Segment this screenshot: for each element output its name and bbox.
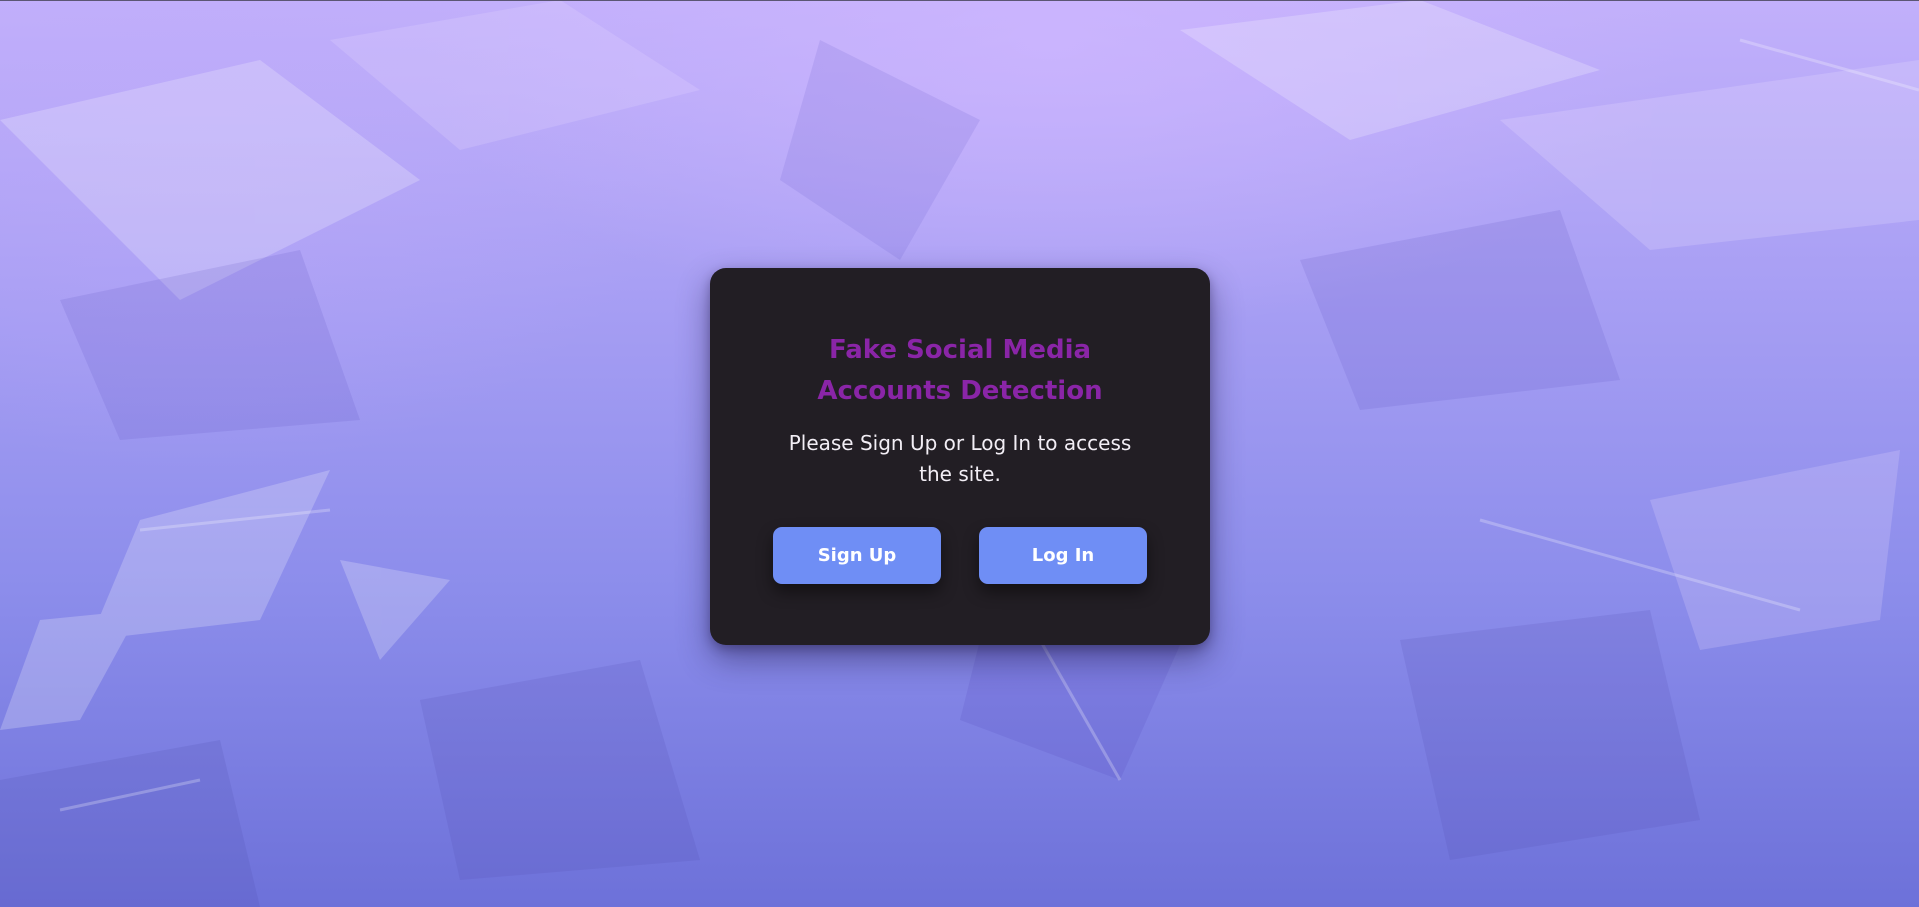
page-title-line-1: Fake Social Media — [828, 335, 1092, 365]
auth-card: Fake Social Media Accounts Detection Ple… — [710, 268, 1210, 645]
log-in-button[interactable]: Log In — [979, 527, 1147, 584]
auth-prompt-text: Please Sign Up or Log In to access the s… — [710, 428, 1210, 490]
auth-prompt-line-2: the site. — [919, 462, 1001, 486]
auth-prompt-line-1: Please Sign Up or Log In to access — [788, 431, 1132, 455]
sign-up-button[interactable]: Sign Up — [773, 527, 941, 584]
page-title-line-2: Accounts Detection — [817, 376, 1103, 406]
top-border-line — [0, 0, 1919, 1]
page-title: Fake Social Media Accounts Detection — [710, 330, 1210, 412]
